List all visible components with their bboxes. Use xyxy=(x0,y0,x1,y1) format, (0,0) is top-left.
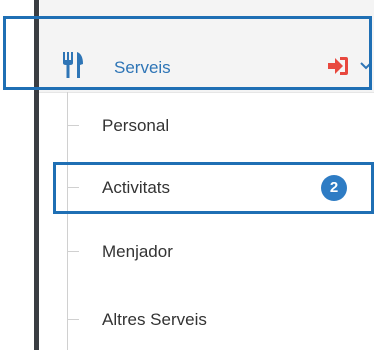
tree-connector xyxy=(67,251,79,252)
previous-menu-row[interactable] xyxy=(40,0,374,19)
count-badge: 2 xyxy=(321,175,347,201)
submenu-item-label: Personal xyxy=(102,116,170,135)
submenu-item-activitats[interactable]: Activitats 2 xyxy=(39,158,374,218)
sign-in-icon[interactable] xyxy=(327,55,349,77)
sidebar-menu: Serveis Personal Activitats 2 Menjador A… xyxy=(0,0,374,350)
menu-item-serveis[interactable]: Serveis xyxy=(39,18,374,93)
tree-connector xyxy=(67,187,79,188)
submenu-item-personal[interactable]: Personal xyxy=(39,96,374,156)
cutlery-icon xyxy=(63,52,83,78)
menu-title: Serveis xyxy=(114,58,171,77)
submenu-item-menjador[interactable]: Menjador xyxy=(39,222,374,282)
submenu-item-label: Menjador xyxy=(102,242,173,261)
submenu-item-altres-serveis[interactable]: Altres Serveis xyxy=(39,290,374,350)
chevron-down-icon[interactable] xyxy=(359,59,373,73)
submenu-item-label: Altres Serveis xyxy=(102,310,207,329)
tree-connector xyxy=(67,125,79,126)
submenu-item-label: Activitats xyxy=(102,178,171,197)
tree-connector xyxy=(67,319,79,320)
